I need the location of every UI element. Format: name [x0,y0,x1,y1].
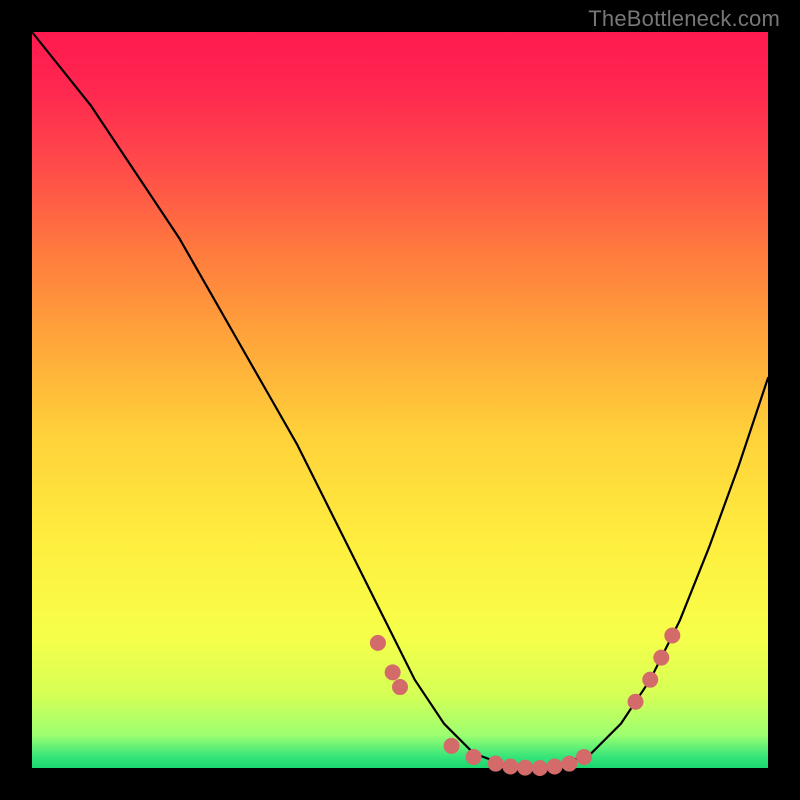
chart-marker [642,672,658,688]
plot-area [32,32,768,768]
chart-marker [466,749,482,765]
chart-marker [653,650,669,666]
chart-marker [532,760,548,776]
chart-marker [628,694,644,710]
chart-marker [664,628,680,644]
chart-marker [385,664,401,680]
chart-marker [561,756,577,772]
chart-stage: TheBottleneck.com [0,0,800,800]
chart-marker [488,756,504,772]
chart-marker [444,738,460,754]
watermark-text: TheBottleneck.com [588,6,780,32]
chart-overlay [32,32,768,768]
chart-marker [517,760,533,776]
chart-marker [547,759,563,775]
chart-marker [370,635,386,651]
chart-marker [502,759,518,775]
chart-markers [370,628,680,776]
chart-marker [576,749,592,765]
chart-marker [392,679,408,695]
